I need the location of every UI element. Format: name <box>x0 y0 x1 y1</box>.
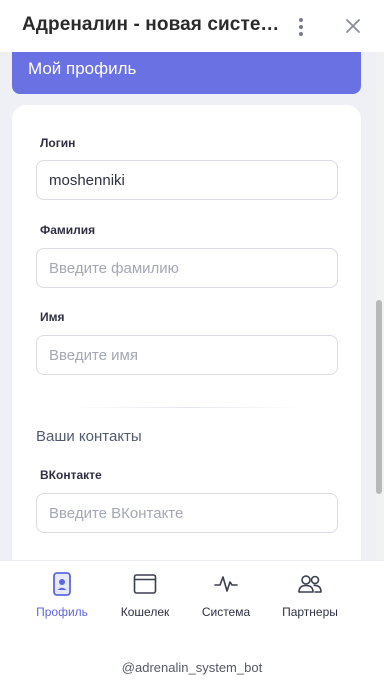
profile-page[interactable]: Мой профиль Логин Фамилия Имя Ваши конта… <box>0 52 384 560</box>
login-input[interactable] <box>36 160 338 200</box>
contacts-section-title: Ваши контакты <box>36 428 142 445</box>
page-title: Мой профиль <box>28 59 137 78</box>
vk-input[interactable] <box>36 493 338 533</box>
profile-form-card: Логин Фамилия Имя Ваши контакты ВКонтакт… <box>12 105 361 560</box>
nav-item-system[interactable]: Система <box>194 561 258 643</box>
name-label: Имя <box>40 310 65 324</box>
nav-label-partners: Партнеры <box>282 605 338 619</box>
app-header: Адреналин - новая систем... <box>0 0 384 52</box>
nav-item-profile[interactable]: Профиль <box>30 561 94 643</box>
nav-label-profile: Профиль <box>36 605 88 619</box>
bottom-navigation: Профиль Кошелек Система Партнеры <box>0 560 384 642</box>
bot-handle: @adrenalin_system_bot <box>121 660 263 675</box>
login-label: Логин <box>40 136 76 150</box>
name-input[interactable] <box>36 335 338 375</box>
scrollbar-thumb[interactable] <box>376 300 382 494</box>
app-title: Адреналин - новая систем... <box>22 14 284 35</box>
surname-label: Фамилия <box>40 223 96 237</box>
surname-input[interactable] <box>36 248 338 288</box>
nav-item-partners[interactable]: Партнеры <box>276 561 344 643</box>
nav-label-wallet: Кошелек <box>120 605 170 619</box>
page-title-banner: Мой профиль <box>12 52 361 94</box>
section-divider <box>72 407 302 408</box>
vk-label: ВКонтакте <box>40 468 102 482</box>
close-icon[interactable] <box>342 15 364 37</box>
more-options-icon[interactable] <box>290 16 312 38</box>
nav-item-wallet[interactable]: Кошелек <box>112 561 178 643</box>
activity-icon <box>213 571 239 597</box>
partners-icon <box>297 571 323 597</box>
wallet-icon <box>132 571 158 597</box>
nav-label-system: Система <box>201 605 251 619</box>
footer: @adrenalin_system_bot <box>0 642 384 688</box>
profile-icon <box>49 571 75 597</box>
